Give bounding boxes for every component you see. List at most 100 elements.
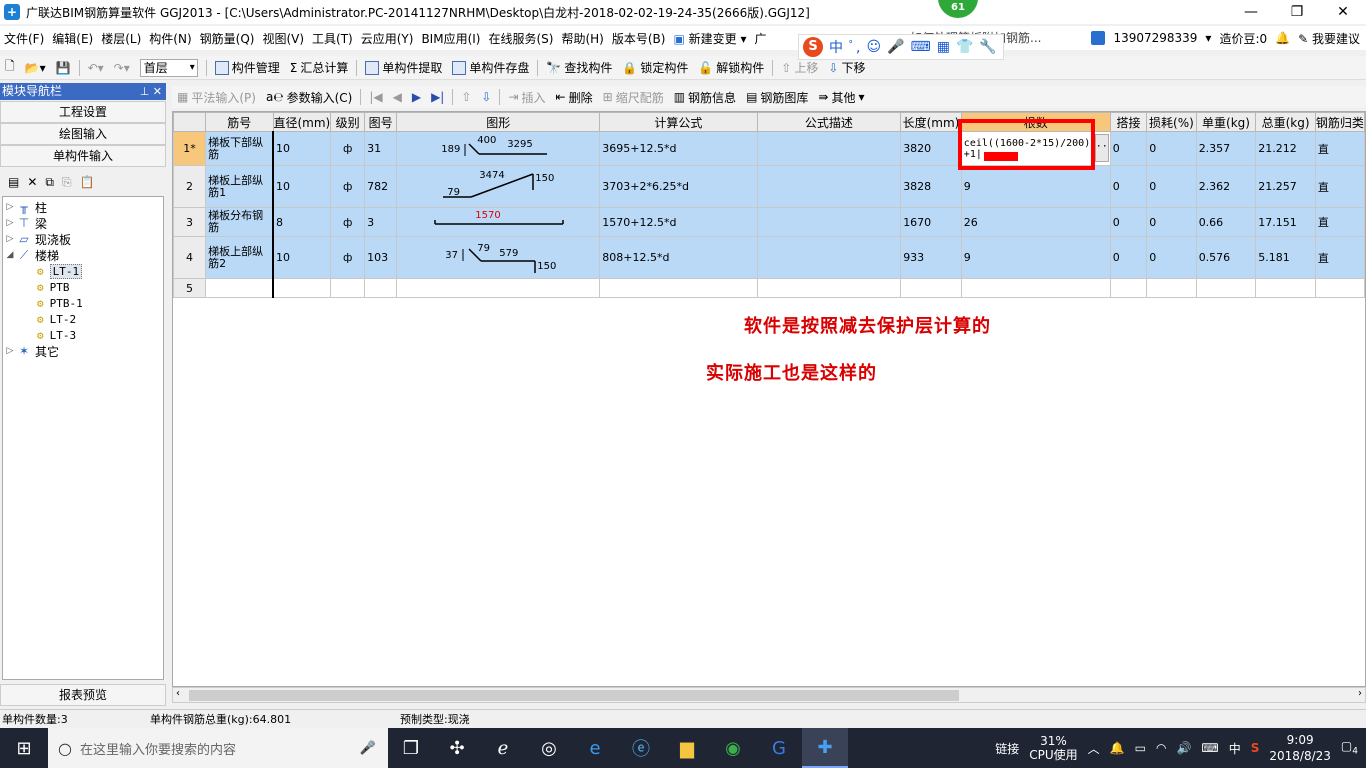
rebar-info-button[interactable]: ▥ 钢筋信息 (669, 89, 741, 106)
cell-dia[interactable]: 10 (272, 131, 332, 166)
open-folder-icon[interactable]: 📂▾ (20, 61, 51, 75)
col-bar-no[interactable]: 筋号 (205, 112, 274, 132)
mic-icon[interactable]: 🎤 (887, 39, 904, 55)
cell-grade[interactable]: ф (330, 165, 366, 208)
move-down-button[interactable]: ⇩ 下移 (823, 59, 870, 76)
menu-version[interactable]: 版本号(B) (608, 30, 670, 47)
fan-app-icon[interactable]: ✣ (434, 728, 480, 768)
first-record-icon[interactable]: |◀ (364, 90, 387, 104)
cell-unit[interactable]: 0.576 (1195, 236, 1257, 279)
cell-lap[interactable]: 0 (1109, 236, 1148, 279)
row-number[interactable]: 5 (173, 278, 207, 298)
cell-formula[interactable]: 808+12.5*d (599, 236, 758, 279)
nav-report-preview[interactable]: 报表预览 (0, 684, 166, 706)
col-count[interactable]: 根数 (960, 112, 1111, 132)
col-loss[interactable]: 损耗(%) (1146, 112, 1197, 132)
nav-single-input[interactable]: 单构件输入 (0, 145, 166, 167)
cell-desc[interactable] (756, 131, 902, 166)
cell-lap[interactable]: 0 (1109, 207, 1148, 237)
row-number[interactable]: 2 (173, 165, 207, 208)
battery-icon[interactable]: ▭ (1135, 741, 1146, 755)
flat-input-button[interactable]: ▦ 平法输入(P) (172, 89, 261, 106)
cell-length[interactable]: 933 (900, 236, 962, 279)
row-number[interactable]: 1* (173, 131, 207, 166)
table-row[interactable]: 3 梯板分布钢筋 8 ф 3 1570 1570+12.5*d 1670 26 … (173, 207, 1365, 237)
menu-new-change[interactable]: ▣ 新建变更 ▾ (669, 30, 750, 47)
user-phone[interactable]: 13907298339 (1113, 31, 1197, 45)
green-app-icon[interactable]: ◉ (710, 728, 756, 768)
cell-desc[interactable] (756, 165, 902, 208)
redo-icon[interactable]: ↷▾ (109, 61, 135, 75)
find-button[interactable]: 🔭 查找构件 (541, 59, 617, 76)
row-number[interactable]: 3 (173, 207, 207, 237)
row-number[interactable]: 4 (173, 236, 207, 279)
prev-record-icon[interactable]: ◀ (388, 90, 407, 104)
scale-button[interactable]: ⊞ 缩尺配筋 (598, 89, 669, 106)
col-diameter[interactable]: 直径(mm) (272, 112, 332, 132)
cell-shape[interactable]: 1570 (396, 207, 601, 237)
maximize-button[interactable]: ❐ (1274, 0, 1320, 24)
other-button[interactable]: ⇛ 其他 ▾ (813, 89, 869, 106)
next-record-icon[interactable]: ▶ (407, 90, 426, 104)
cell-cls[interactable]: 直 (1314, 207, 1365, 237)
cell-desc[interactable] (756, 236, 902, 279)
task-view-icon[interactable]: ❐ (388, 728, 434, 768)
menu-rebar[interactable]: 钢筋量(Q) (196, 30, 259, 47)
menu-help[interactable]: 帮助(H) (557, 30, 607, 47)
tree-item-column[interactable]: ▷ ╥ 柱 (3, 199, 163, 215)
menu-bim[interactable]: BIM应用(I) (417, 30, 484, 47)
rebar-lib-button[interactable]: ▤ 钢筋图库 (741, 89, 813, 106)
tree-item-beam[interactable]: ▷ ⊤ 梁 (3, 215, 163, 231)
more-button[interactable]: ··· (1094, 134, 1109, 162)
lock-button[interactable]: 🔒 锁定构件 (617, 59, 693, 76)
glodon-app-icon[interactable]: ✚ (802, 728, 848, 768)
collapse-icon[interactable]: ◢ (3, 250, 17, 260)
volume-icon[interactable]: 🔊 (1176, 741, 1191, 755)
col-formula[interactable]: 计算公式 (599, 112, 758, 132)
tree-item-lt2[interactable]: ⚙ LT-2 (3, 311, 163, 327)
nav-drawing-input[interactable]: 绘图输入 (0, 123, 166, 145)
insert-button[interactable]: ⇥ 插入 (503, 89, 550, 106)
emoji-icon[interactable]: ☺ (866, 39, 881, 55)
cell-fig[interactable]: 3 (364, 207, 398, 237)
cell-lap[interactable]: 0 (1109, 131, 1148, 166)
bell-icon[interactable]: 🔔 (1275, 31, 1290, 45)
action-center-icon[interactable]: ▢4 (1341, 739, 1358, 756)
cell-count[interactable]: 9 (960, 236, 1111, 279)
expand-icon[interactable]: ▷ (3, 202, 17, 212)
suggest-link[interactable]: ✎ 我要建议 (1298, 30, 1360, 47)
notification-icon[interactable]: 🔔 (1110, 741, 1125, 755)
ime-punct[interactable]: ﾟ, (849, 37, 860, 57)
copy-icon[interactable]: ⧉ (45, 175, 54, 190)
expand-icon[interactable]: ▷ (3, 346, 17, 356)
cell-name[interactable]: 梯板上部纵筋1 (205, 165, 275, 208)
cell-loss[interactable]: 0 (1146, 207, 1197, 237)
col-lap[interactable]: 搭接 (1109, 112, 1148, 132)
cell-total[interactable]: 5.181 (1255, 236, 1316, 279)
mic-icon[interactable]: 🎤 (360, 741, 376, 756)
cell-fig[interactable]: 31 (364, 131, 398, 166)
spiral-app-icon[interactable]: ◎ (526, 728, 572, 768)
horizontal-scrollbar[interactable]: ‹ › (172, 687, 1366, 703)
scroll-thumb[interactable] (189, 690, 959, 701)
cell-total[interactable]: 21.257 (1255, 165, 1316, 208)
g-app-icon[interactable]: G (756, 728, 802, 768)
cell-unit[interactable]: 0.66 (1195, 207, 1257, 237)
tray-link[interactable]: 链接 (995, 740, 1019, 757)
component-manage-button[interactable]: 构件管理 (210, 59, 285, 76)
cell-lap[interactable]: 0 (1109, 165, 1148, 208)
windows-start-icon[interactable]: ⊞ (0, 728, 48, 768)
chevron-up-icon[interactable]: ︿ (1088, 740, 1100, 757)
nav-project-settings[interactable]: 工程设置 (0, 101, 166, 123)
close-panel-icon[interactable]: ✕ (153, 85, 162, 98)
cell-cls[interactable]: 直 (1314, 131, 1365, 166)
file-explorer-icon[interactable]: ▆ (664, 728, 710, 768)
ie-old-icon[interactable]: ℯ (480, 728, 526, 768)
cell-shape[interactable]: 189 400 3295 (396, 131, 601, 166)
menu-edit[interactable]: 编辑(E) (48, 30, 97, 47)
cell-total[interactable]: 17.151 (1255, 207, 1316, 237)
col-total-weight[interactable]: 总重(kg) (1255, 112, 1316, 132)
close-button[interactable]: ✕ (1320, 0, 1366, 24)
cell-cls[interactable]: 直 (1314, 236, 1365, 279)
minimize-button[interactable]: — (1228, 0, 1274, 24)
